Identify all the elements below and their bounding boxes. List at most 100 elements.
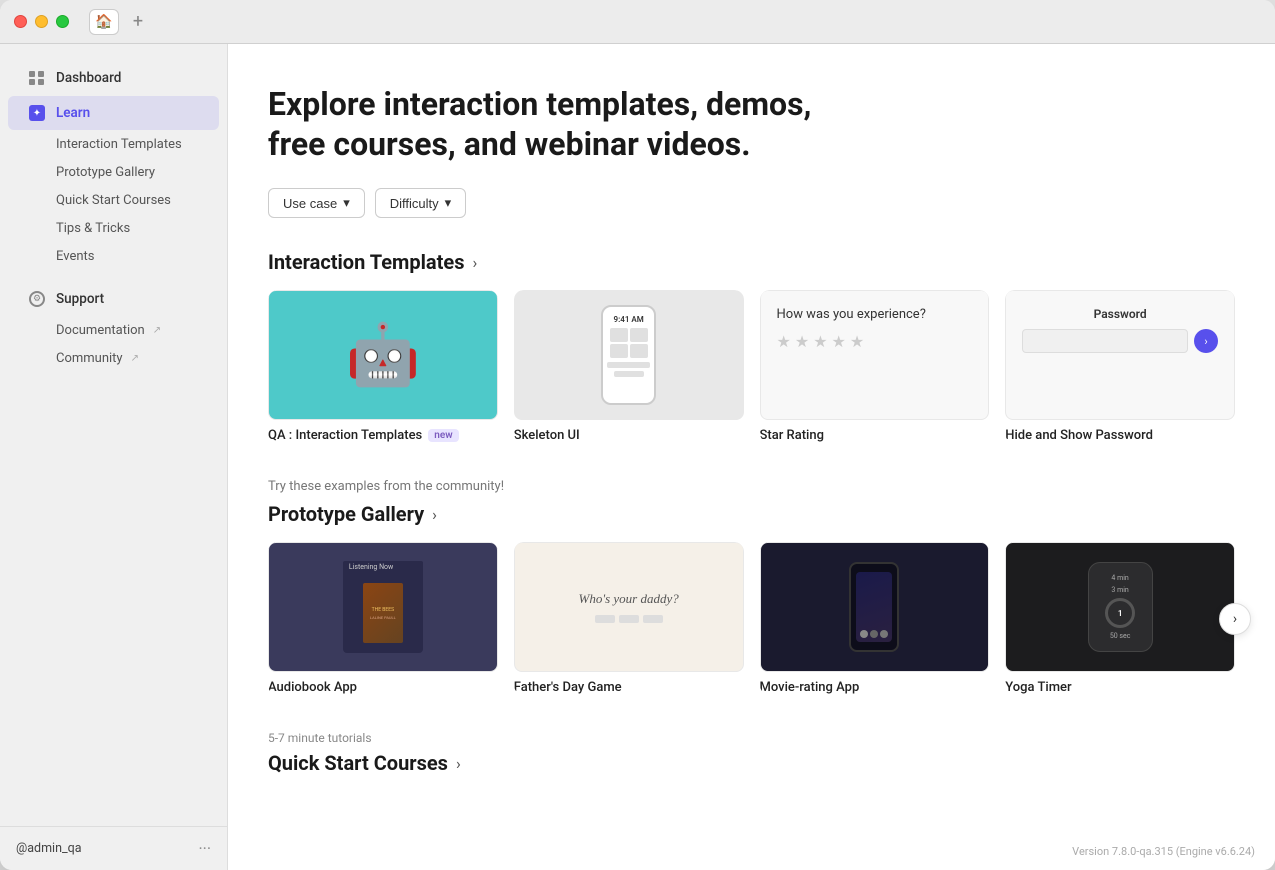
card-label-star: Star Rating <box>760 428 990 443</box>
interaction-templates-arrow[interactable]: › <box>472 253 477 272</box>
home-tab[interactable]: 🏠 <box>89 9 119 35</box>
block <box>619 615 639 623</box>
card-label-password: Hide and Show Password <box>1005 428 1235 443</box>
sidebar-item-dashboard[interactable]: Dashboard <box>8 61 219 95</box>
password-arrow-button: › <box>1194 329 1218 353</box>
quick-start-header: Quick Start Courses › <box>268 751 1235 775</box>
sidebar-subitem-documentation[interactable]: Documentation ↗ <box>8 317 219 344</box>
phone-time: 9:41 AM <box>614 315 644 324</box>
card-label-skeleton: Skeleton UI <box>514 428 744 443</box>
sidebar-subitem-events[interactable]: Events <box>8 243 219 270</box>
card-skeleton-ui[interactable]: 9:41 AM Skeleton UI <box>514 290 744 443</box>
movie-phone <box>849 562 899 652</box>
card-label-yoga: Yoga Timer <box>1005 680 1235 695</box>
sidebar-subitem-tips-tricks[interactable]: Tips & Tricks <box>8 215 219 242</box>
card-label-text: QA : Interaction Templates <box>268 428 422 443</box>
card-label-text: Father's Day Game <box>514 680 622 695</box>
star-icon: ★ <box>795 332 809 351</box>
maximize-button[interactable] <box>56 15 69 28</box>
timer-label: 3 min <box>1111 586 1128 594</box>
community-tip: Try these examples from the community! <box>268 479 1235 494</box>
book-cover: THE BEES LALINE PAULL <box>363 583 403 643</box>
sidebar-subitem-label: Quick Start Courses <box>56 193 171 208</box>
movie-phone-screen <box>856 572 892 642</box>
stars-row: ★ ★ ★ ★ ★ <box>777 332 865 351</box>
password-title: Password <box>1094 307 1147 321</box>
sidebar-subitem-label: Events <box>56 249 94 264</box>
sidebar-subitem-community[interactable]: Community ↗ <box>8 345 219 372</box>
sidebar-item-support[interactable]: ⚙ Support <box>8 282 219 316</box>
sidebar-subitem-prototype-gallery[interactable]: Prototype Gallery <box>8 159 219 186</box>
card-label-audiobook: Audiobook App <box>268 680 498 695</box>
interaction-templates-cards: 🤖 QA : Interaction Templates new 9:41 AM <box>268 290 1235 443</box>
star-icon: ★ <box>777 332 791 351</box>
card-label-text: Hide and Show Password <box>1005 428 1153 443</box>
gallery-next-button[interactable]: › <box>1219 603 1251 635</box>
card-movie-rating[interactable]: Movie-rating App <box>760 542 990 695</box>
card-qa-templates[interactable]: 🤖 QA : Interaction Templates new <box>268 290 498 443</box>
yoga-phone: 4 min 3 min 1 50 sec <box>1088 562 1153 652</box>
listening-now-bar: Listening Now <box>343 561 423 573</box>
prototype-gallery-arrow[interactable]: › <box>432 505 437 524</box>
minimize-button[interactable] <box>35 15 48 28</box>
sidebar-item-label-support: Support <box>56 291 104 307</box>
card-label-text: Yoga Timer <box>1005 680 1071 695</box>
card-thumb-movie <box>760 542 990 672</box>
quick-start-title: Quick Start Courses <box>268 751 448 775</box>
sidebar-subitem-quick-start-courses[interactable]: Quick Start Courses <box>8 187 219 214</box>
app-body: Dashboard ✦ Learn Interaction Templates … <box>0 44 1275 870</box>
card-star-rating[interactable]: How was you experience? ★ ★ ★ ★ ★ Star R… <box>760 290 990 443</box>
avatar <box>880 630 888 638</box>
movie-mockup <box>761 543 989 671</box>
dashboard-icon <box>28 69 46 87</box>
card-label-text: Audiobook App <box>268 680 357 695</box>
main-content: Explore interaction templates, demos, fr… <box>228 44 1275 870</box>
card-thumb-qa: 🤖 <box>268 290 498 420</box>
skeleton-bar <box>614 371 644 377</box>
star-icon: ★ <box>832 332 846 351</box>
app-window: 🏠 + Dashboard <box>0 0 1275 870</box>
new-tab-button[interactable]: + <box>125 9 151 35</box>
block <box>595 615 615 623</box>
star-icon: ★ <box>813 332 827 351</box>
sidebar-subitem-label: Documentation <box>56 323 145 338</box>
card-label-text: Movie-rating App <box>760 680 860 695</box>
card-label-text: Skeleton UI <box>514 428 580 443</box>
quick-start-meta: 5-7 minute tutorials <box>268 731 1235 745</box>
close-button[interactable] <box>14 15 27 28</box>
star-icon: ★ <box>850 332 864 351</box>
qa-monster-icon: 🤖 <box>346 325 421 385</box>
sidebar-item-learn[interactable]: ✦ Learn <box>8 96 219 130</box>
timer-circle: 1 <box>1105 598 1135 628</box>
support-icon: ⚙ <box>28 290 46 308</box>
interaction-templates-header: Interaction Templates › <box>268 250 1235 274</box>
card-yoga-timer[interactable]: 4 min 3 min 1 50 sec Yoga Timer <box>1005 542 1235 695</box>
prototype-gallery-cards: Listening Now THE BEES LALINE PAULL Audi… <box>268 542 1235 695</box>
sidebar-subitem-interaction-templates[interactable]: Interaction Templates <box>8 131 219 158</box>
phone-grid <box>610 328 648 358</box>
use-case-filter-label: Use case <box>283 196 337 211</box>
card-audiobook[interactable]: Listening Now THE BEES LALINE PAULL Audi… <box>268 542 498 695</box>
quick-start-arrow[interactable]: › <box>456 754 461 773</box>
card-label-text: Star Rating <box>760 428 824 443</box>
use-case-filter[interactable]: Use case ▾ <box>268 188 365 218</box>
chevron-down-icon: ▾ <box>445 195 452 211</box>
avatar <box>860 630 868 638</box>
audiobook-phone: Listening Now THE BEES LALINE PAULL <box>343 561 423 653</box>
audiobook-cover: THE BEES LALINE PAULL <box>343 573 423 653</box>
timer-label: 50 sec <box>1110 632 1131 640</box>
card-fathers-day[interactable]: Who's your daddy? Father's Day Game <box>514 542 744 695</box>
card-thumb-skeleton: 9:41 AM <box>514 290 744 420</box>
filter-bar: Use case ▾ Difficulty ▾ <box>268 188 1235 218</box>
sidebar-more-button[interactable]: ··· <box>198 839 211 858</box>
avatar <box>870 630 878 638</box>
card-password[interactable]: Password › Hide and Show Password <box>1005 290 1235 443</box>
difficulty-filter[interactable]: Difficulty ▾ <box>375 188 466 218</box>
fathers-day-text: Who's your daddy? <box>578 591 678 623</box>
password-mockup: Password › <box>1006 291 1234 369</box>
sidebar-subitem-label: Prototype Gallery <box>56 165 155 180</box>
daddy-blocks <box>578 615 678 623</box>
sidebar-subitem-label: Community <box>56 351 123 366</box>
sidebar-subitem-label: Tips & Tricks <box>56 221 130 236</box>
external-link-icon: ↗ <box>153 325 161 336</box>
